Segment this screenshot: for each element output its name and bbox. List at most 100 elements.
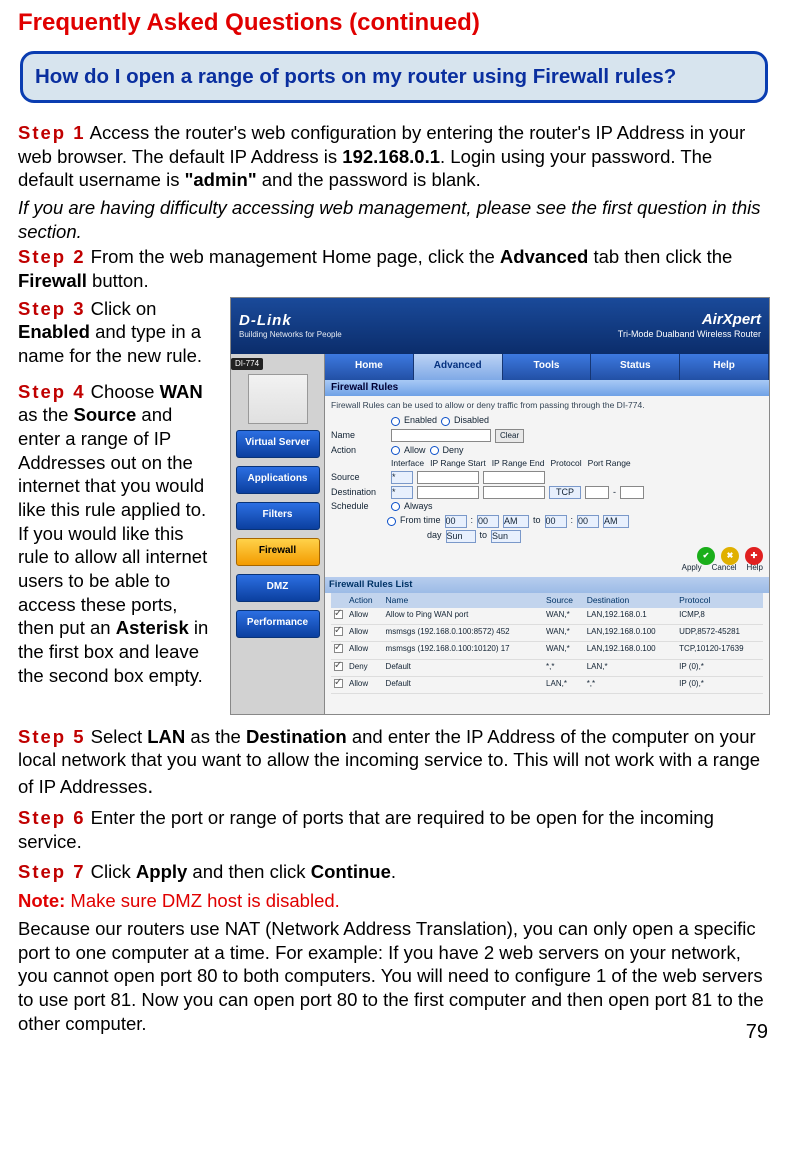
brand-logo: D-Link	[239, 312, 292, 329]
side-btn-firewall[interactable]: Firewall	[236, 538, 320, 566]
table-row[interactable]: Allowmsmsgs (192.168.0.100:10120) 17WAN,…	[331, 642, 763, 659]
table-row[interactable]: DenyDefault*,*LAN,*IP (0),*	[331, 659, 763, 676]
ss-panel: Firewall Rules Firewall Rules can be use…	[325, 380, 769, 714]
input-port-a[interactable]	[585, 486, 609, 499]
router-admin-screenshot: D-Link Building Networks for People AirX…	[230, 297, 770, 715]
note-red-text: Make sure DMZ host is disabled.	[65, 890, 340, 911]
form-col-headers: Interface IP Range Start IP Range End Pr…	[391, 458, 763, 469]
note-line: Note: Make sure DMZ host is disabled.	[18, 889, 770, 913]
label-schedule: Schedule	[331, 501, 387, 513]
step6-label: Step 6	[18, 807, 86, 828]
chk-icon[interactable]	[334, 627, 343, 636]
sel-t2ap[interactable]: AM	[603, 515, 629, 528]
sel-t2h[interactable]: 00	[545, 515, 567, 528]
product-image	[248, 374, 308, 424]
label-source: Source	[331, 472, 387, 484]
sel-t1ap[interactable]: AM	[503, 515, 529, 528]
sel-source-if[interactable]: *	[391, 471, 413, 484]
page-title: Frequently Asked Questions (continued)	[18, 8, 770, 39]
brand-tagline: Building Networks for People	[239, 330, 342, 340]
model-badge: DI-774	[231, 358, 263, 370]
panel-header: Firewall Rules	[325, 380, 769, 397]
radio-enabled[interactable]	[391, 417, 400, 426]
side-btn-filters[interactable]: Filters	[236, 502, 320, 530]
ss-tabs: Home Advanced Tools Status Help	[325, 354, 769, 380]
chk-icon[interactable]	[334, 662, 343, 671]
sel-dest-if[interactable]: *	[391, 486, 413, 499]
rules-list-header: Firewall Rules List	[325, 577, 769, 593]
input-src-end[interactable]	[483, 471, 545, 484]
ss-header: D-Link Building Networks for People AirX…	[231, 298, 769, 354]
chk-icon[interactable]	[334, 644, 343, 653]
input-port-b[interactable]	[620, 486, 644, 499]
faq-question-box: How do I open a range of ports on my rou…	[20, 51, 768, 103]
side-btn-performance[interactable]: Performance	[236, 610, 320, 638]
product-line: AirXpert	[702, 311, 761, 328]
sel-t2m[interactable]: 00	[577, 515, 599, 528]
label-cancel: Cancel	[712, 563, 737, 573]
input-dst-start[interactable]	[417, 486, 479, 499]
step1-para: Step 1 Access the router's web configura…	[18, 121, 770, 192]
note-body: Because our routers use NAT (Network Add…	[18, 917, 770, 1035]
table-row[interactable]: Allowmsmsgs (192.168.0.100:8572) 452WAN,…	[331, 625, 763, 642]
input-dst-end[interactable]	[483, 486, 545, 499]
product-desc: Tri-Mode Dualband Wireless Router	[618, 329, 761, 341]
radio-disabled[interactable]	[441, 417, 450, 426]
step7-label: Step 7	[18, 861, 86, 882]
trouble-note: If you are having difficulty accessing w…	[18, 196, 770, 243]
step6-para: Step 6 Enter the port or range of ports …	[18, 806, 770, 853]
radio-allow[interactable]	[391, 446, 400, 455]
label-from: From time	[400, 515, 441, 527]
chk-icon[interactable]	[334, 679, 343, 688]
radio-always[interactable]	[391, 502, 400, 511]
chk-icon[interactable]	[334, 610, 343, 619]
label-disabled: Disabled	[454, 415, 489, 427]
tab-status[interactable]: Status	[591, 354, 680, 380]
step4-label: Step 4	[18, 381, 86, 402]
btn-clear[interactable]: Clear	[495, 429, 524, 443]
label-to2: to	[480, 530, 488, 542]
step5-para: Step 5 Select LAN as the Destination and…	[18, 725, 770, 801]
page-number: 79	[746, 1020, 768, 1046]
step2-para-top: Step 2 From the web management Home page…	[18, 245, 770, 292]
step1-label: Step 1	[18, 122, 86, 143]
step7-para: Step 7 Click Apply and then click Contin…	[18, 860, 770, 884]
label-destination: Destination	[331, 487, 387, 499]
table-row[interactable]: AllowDefaultLAN,**,*IP (0),*	[331, 676, 763, 693]
sel-t1h[interactable]: 00	[445, 515, 467, 528]
input-name[interactable]	[391, 429, 491, 442]
label-deny: Deny	[443, 445, 464, 457]
step5-label: Step 5	[18, 726, 86, 747]
sel-t1m[interactable]: 00	[477, 515, 499, 528]
side-btn-virtual-server[interactable]: Virtual Server	[236, 430, 320, 458]
note-label: Note:	[18, 890, 65, 911]
step3-para: Step 3 Click on Enabled and type in a na…	[18, 297, 218, 368]
step4-para: Step 4 Choose WAN as the Source and ente…	[18, 380, 218, 688]
label-help: Help	[747, 563, 763, 573]
step2-label: Step 2	[18, 246, 86, 267]
label-name: Name	[331, 430, 387, 442]
rules-table: Action Name Source Destination Protocol …	[331, 593, 763, 694]
input-src-start[interactable]	[417, 471, 479, 484]
tab-tools[interactable]: Tools	[503, 354, 592, 380]
side-btn-dmz[interactable]: DMZ	[236, 574, 320, 602]
radio-deny[interactable]	[430, 446, 439, 455]
tab-home[interactable]: Home	[325, 354, 414, 380]
side-btn-applications[interactable]: Applications	[236, 466, 320, 494]
label-apply: Apply	[682, 563, 702, 573]
tab-advanced[interactable]: Advanced	[414, 354, 503, 380]
label-always: Always	[404, 501, 433, 513]
table-row[interactable]: AllowAllow to Ping WAN portWAN,*LAN,192.…	[331, 608, 763, 625]
sel-day2[interactable]: Sun	[491, 530, 521, 543]
tab-help[interactable]: Help	[680, 354, 769, 380]
ss-sidebar: DI-774 Virtual Server Applications Filte…	[231, 354, 325, 714]
label-to: to	[533, 515, 541, 527]
label-action: Action	[331, 445, 387, 457]
sel-protocol[interactable]: TCP	[549, 486, 581, 499]
radio-from[interactable]	[387, 517, 396, 526]
step3-label: Step 3	[18, 298, 86, 319]
panel-desc: Firewall Rules can be used to allow or d…	[331, 400, 763, 411]
sel-day1[interactable]: Sun	[446, 530, 476, 543]
label-day: day	[427, 530, 442, 542]
label-allow: Allow	[404, 445, 426, 457]
